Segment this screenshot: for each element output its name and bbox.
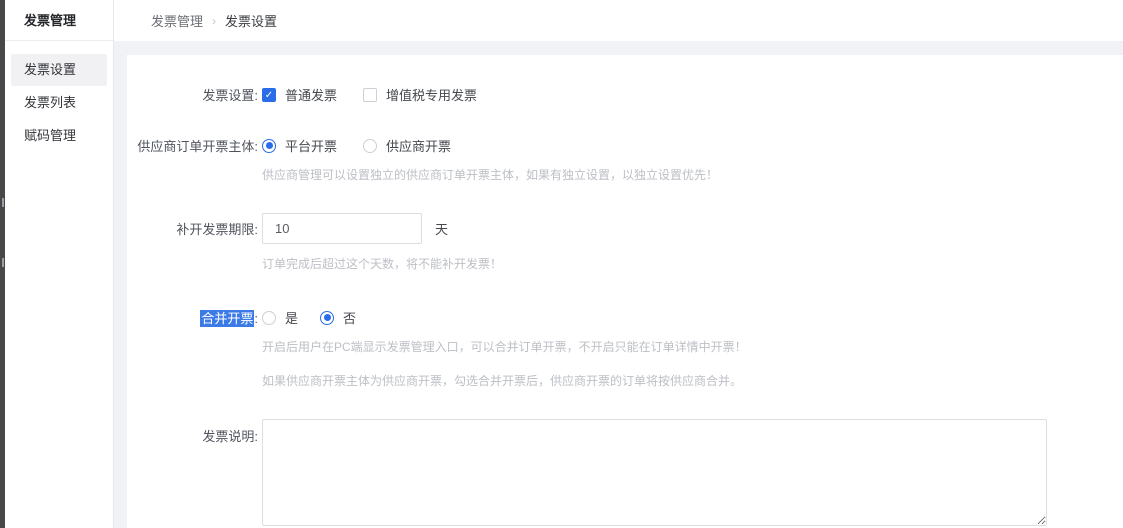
reissue-period-unit: 天 — [435, 219, 448, 238]
content-background: 发票设置: ✓ 普通发票 增值税专用发票 — [114, 41, 1123, 528]
sidebar-item-code-management[interactable]: 赋码管理 — [11, 120, 107, 152]
sidebar-menu: 发票设置 发票列表 赋码管理 — [5, 41, 113, 153]
reissue-period-label: 补开发票期限: — [127, 219, 258, 238]
checkbox-unchecked-icon[interactable] — [363, 88, 377, 102]
checkbox-label[interactable]: 普通发票 — [285, 85, 337, 104]
checkbox-option-vat-invoice[interactable]: 增值税专用发票 — [363, 85, 477, 104]
merge-invoice-row: 合并开票: 是 否 — [127, 308, 1123, 327]
radio-option-merge-yes[interactable]: 是 — [262, 308, 298, 327]
settings-card: 发票设置: ✓ 普通发票 增值税专用发票 — [127, 55, 1123, 528]
rail-mark-icon — [2, 258, 4, 267]
collapsed-nav-rail[interactable] — [0, 0, 5, 528]
selected-text-highlight: 合并开票 — [200, 310, 254, 327]
checkbox-option-normal-invoice[interactable]: ✓ 普通发票 — [262, 85, 337, 104]
radio-checked-icon[interactable] — [320, 311, 334, 325]
supplier-subject-label: 供应商订单开票主体: — [127, 136, 258, 155]
radio-option-merge-no[interactable]: 否 — [320, 308, 356, 327]
reissue-period-input[interactable] — [262, 213, 422, 244]
invoice-note-row: 发票说明: — [127, 419, 1123, 526]
invoice-note-textarea[interactable] — [262, 419, 1047, 526]
breadcrumb-item-invoice-settings: 发票设置 — [225, 11, 277, 30]
supplier-subject-helper: 供应商管理可以设置独立的供应商订单开票主体，如果有独立设置，以独立设置优先！ — [262, 166, 1123, 183]
radio-option-platform-invoicing[interactable]: 平台开票 — [262, 136, 337, 155]
sidebar-title: 发票管理 — [5, 0, 113, 41]
merge-invoice-helper-2: 如果供应商开票主体为供应商开票，勾选合并开票后，供应商开票的订单将按供应商合并。 — [262, 372, 1123, 389]
rail-mark-icon — [2, 198, 4, 207]
radio-label[interactable]: 否 — [343, 308, 356, 327]
radio-unchecked-icon[interactable] — [363, 139, 377, 153]
radio-unchecked-icon[interactable] — [262, 311, 276, 325]
radio-label[interactable]: 平台开票 — [285, 136, 337, 155]
radio-option-supplier-invoicing[interactable]: 供应商开票 — [363, 136, 451, 155]
radio-label[interactable]: 供应商开票 — [386, 136, 451, 155]
merge-invoice-helper-1: 开启后用户在PC端显示发票管理入口，可以合并订单开票，不开启只能在订单详情中开票… — [262, 338, 1123, 355]
invoice-type-row: 发票设置: ✓ 普通发票 增值税专用发票 — [127, 85, 1123, 104]
main-area: 发票管理 › 发票设置 发票设置: ✓ 普通发票 — [114, 0, 1123, 528]
checkbox-label[interactable]: 增值税专用发票 — [386, 85, 477, 104]
sidebar-item-invoice-list[interactable]: 发票列表 — [11, 87, 107, 119]
reissue-period-row: 补开发票期限: 天 — [127, 213, 1123, 244]
radio-label[interactable]: 是 — [285, 308, 298, 327]
app-window: 发票管理 发票设置 发票列表 赋码管理 发票管理 › 发票设置 发票设置: ✓ … — [0, 0, 1123, 528]
radio-checked-icon[interactable] — [262, 139, 276, 153]
invoice-note-label: 发票说明: — [127, 419, 258, 445]
breadcrumb-item-invoice-management[interactable]: 发票管理 — [151, 11, 203, 30]
sidebar-item-invoice-settings[interactable]: 发票设置 — [11, 54, 107, 86]
invoice-type-label: 发票设置: — [127, 85, 258, 104]
sidebar: 发票管理 发票设置 发票列表 赋码管理 — [5, 0, 114, 528]
supplier-subject-row: 供应商订单开票主体: 平台开票 供应商开票 — [127, 136, 1123, 155]
reissue-period-helper: 订单完成后超过这个天数，将不能补开发票！ — [262, 255, 1123, 272]
chevron-right-icon: › — [212, 14, 216, 28]
checkbox-checked-icon[interactable]: ✓ — [262, 88, 276, 102]
merge-invoice-label: 合并开票: — [127, 308, 258, 327]
breadcrumb: 发票管理 › 发票设置 — [114, 0, 1123, 41]
